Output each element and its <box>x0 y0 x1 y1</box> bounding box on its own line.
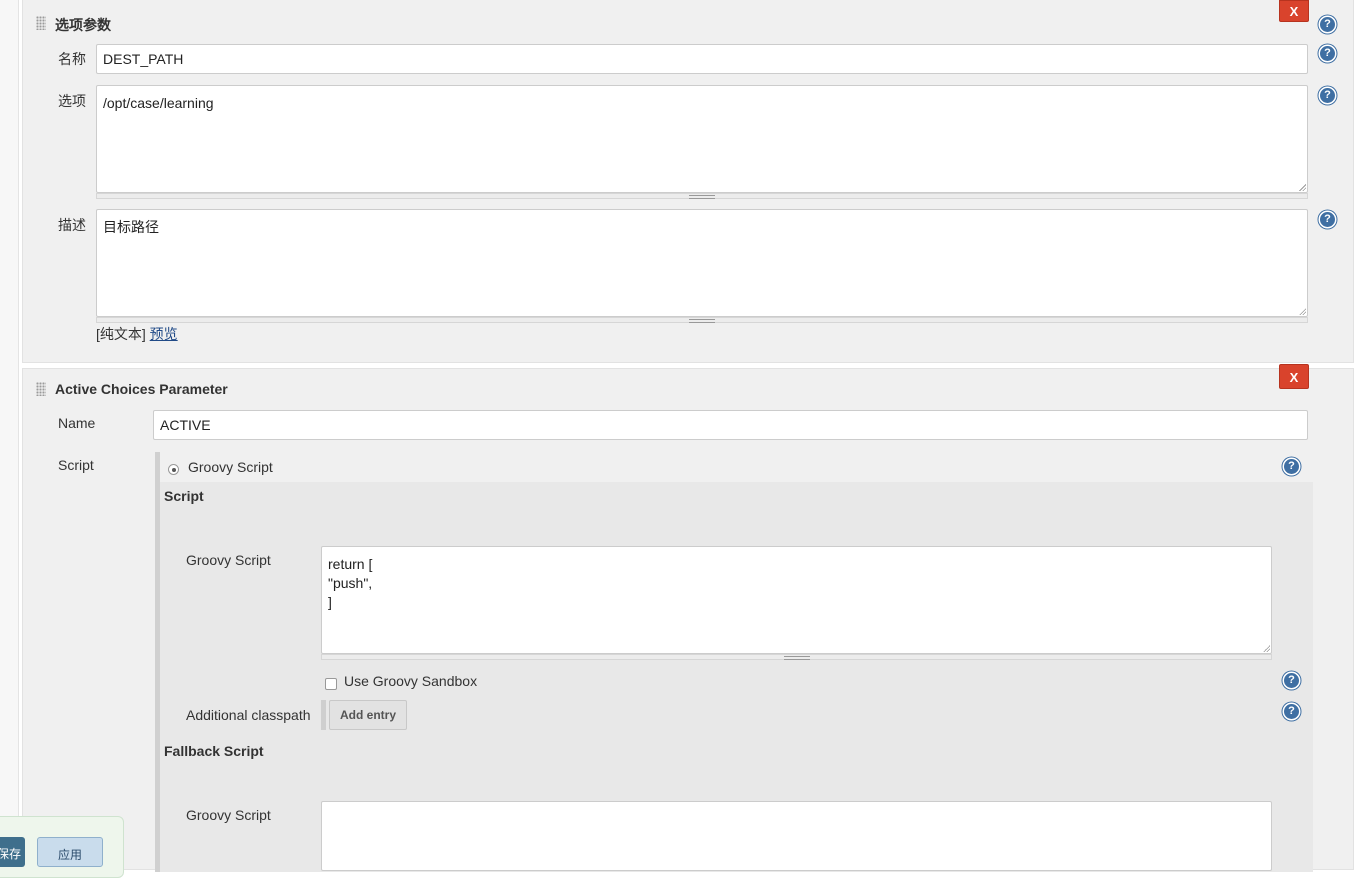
drag-handle-icon[interactable] <box>36 382 46 396</box>
delete-choice-parameter-button[interactable]: X <box>1279 0 1309 22</box>
help-icon[interactable]: ? <box>1320 46 1335 61</box>
description-textarea[interactable]: 目标路径 <box>96 209 1308 317</box>
name-label: 名称 <box>58 51 86 67</box>
help-icon[interactable]: ? <box>1320 212 1335 227</box>
groovy-script-textarea[interactable]: return [ "push", ] <box>321 546 1272 654</box>
resize-corner-icon[interactable] <box>1299 308 1306 315</box>
preview-link[interactable]: 预览 <box>150 326 178 342</box>
choices-label: 选项 <box>58 93 86 109</box>
help-icon[interactable]: ? <box>1320 88 1335 103</box>
additional-classpath-label: Additional classpath <box>186 707 311 723</box>
textarea-resize-grip[interactable] <box>321 654 1272 660</box>
help-icon[interactable]: ? <box>1284 459 1299 474</box>
use-groovy-sandbox-label[interactable]: Use Groovy Sandbox <box>344 673 477 689</box>
left-sidebar-rail <box>0 0 19 860</box>
drag-handle-icon[interactable] <box>36 16 46 30</box>
fallback-groovy-script-label: Groovy Script <box>186 807 271 823</box>
classpath-bar <box>321 700 326 730</box>
plain-text-label: [纯文本] <box>96 326 146 342</box>
active-choices-title: Active Choices Parameter <box>55 381 228 397</box>
name-input[interactable]: DEST_PATH <box>96 44 1308 74</box>
fallback-groovy-script-textarea[interactable] <box>321 801 1272 871</box>
resize-corner-icon[interactable] <box>1263 645 1270 652</box>
script-heading: Script <box>164 488 204 504</box>
resize-corner-icon[interactable] <box>1299 184 1306 191</box>
choice-parameter-title: 选项参数 <box>55 17 111 33</box>
save-button[interactable]: 保存 <box>0 837 25 867</box>
textarea-resize-grip[interactable] <box>96 193 1308 199</box>
choices-textarea[interactable]: /opt/case/learning <box>96 85 1308 193</box>
description-label: 描述 <box>58 217 86 233</box>
groovy-script-label: Groovy Script <box>186 552 271 568</box>
apply-button[interactable]: 应用 <box>37 837 103 867</box>
help-icon[interactable]: ? <box>1284 704 1299 719</box>
description-format-row: [纯文本] 预览 <box>96 324 178 344</box>
help-icon[interactable]: ? <box>1284 673 1299 688</box>
groovy-script-radio[interactable] <box>168 464 179 475</box>
add-entry-button[interactable]: Add entry <box>329 700 407 730</box>
active-name-input[interactable]: ACTIVE <box>153 410 1308 440</box>
textarea-resize-grip[interactable] <box>96 317 1308 323</box>
groovy-script-option-label[interactable]: Groovy Script <box>188 459 273 475</box>
delete-active-choices-button[interactable]: X <box>1279 364 1309 389</box>
use-groovy-sandbox-checkbox[interactable] <box>325 678 337 690</box>
script-label: Script <box>58 457 94 473</box>
help-icon[interactable]: ? <box>1320 17 1335 32</box>
active-name-label: Name <box>58 415 96 431</box>
script-type-row <box>155 452 1313 482</box>
fallback-script-heading: Fallback Script <box>164 743 264 759</box>
